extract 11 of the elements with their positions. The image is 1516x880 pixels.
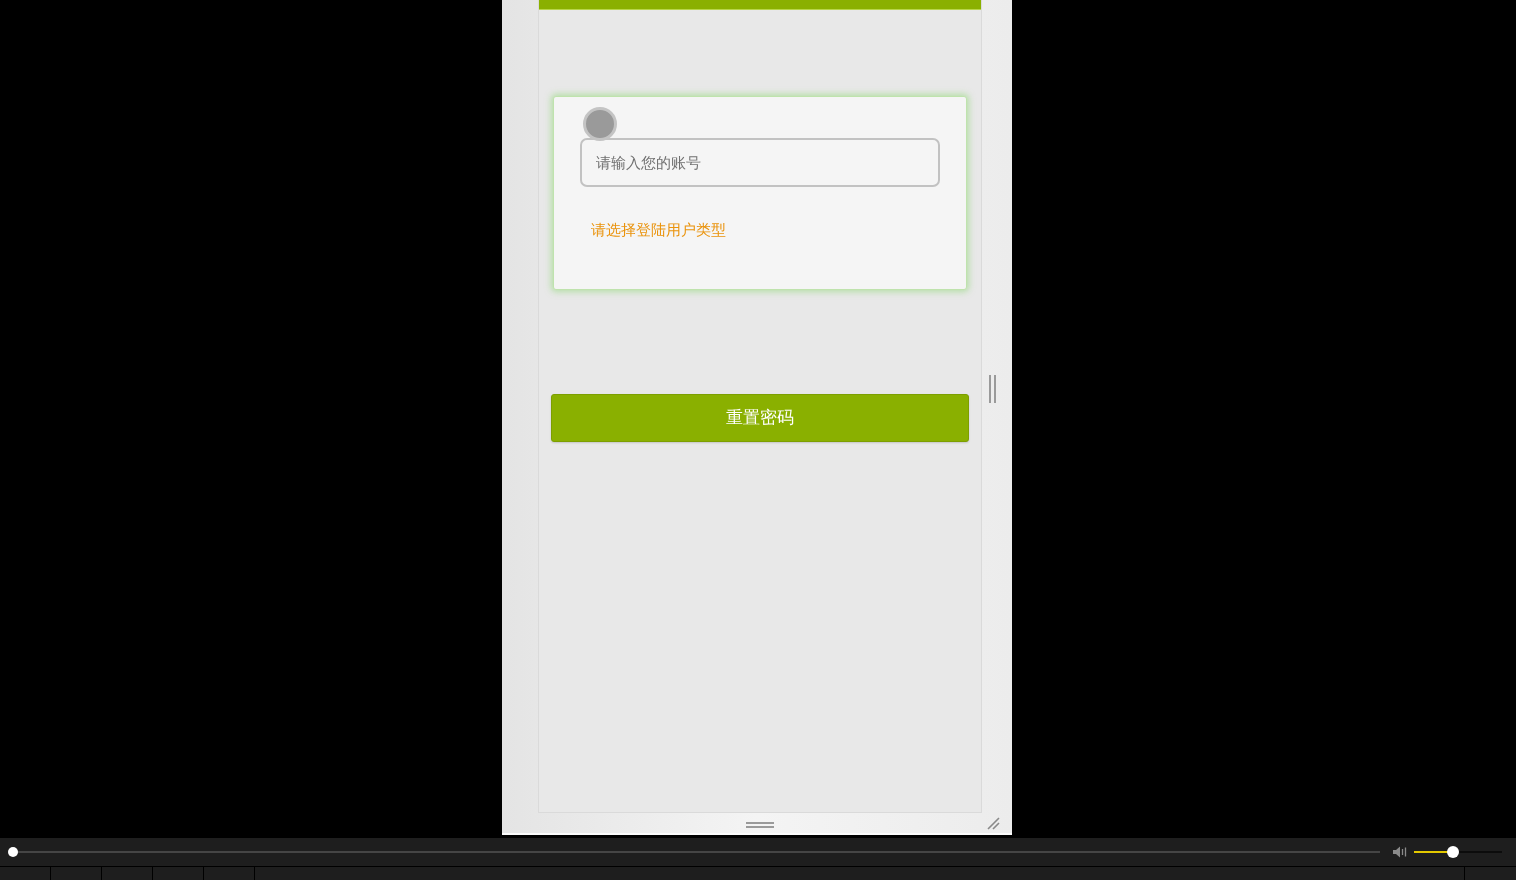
volume-icon[interactable] — [1393, 846, 1407, 858]
volume-thumb[interactable] — [1446, 846, 1459, 858]
reset-password-button[interactable]: 重置密码 — [551, 394, 969, 442]
volume-slider[interactable] — [1414, 846, 1502, 858]
user-type-selector[interactable]: 请选择登陆用户类型 — [591, 220, 726, 240]
drag-handle[interactable] — [746, 822, 774, 828]
side-drag-handle[interactable] — [989, 375, 996, 403]
resize-grip-icon[interactable] — [987, 817, 1000, 830]
seek-thumb[interactable] — [8, 847, 18, 857]
account-input[interactable]: 请输入您的账号 — [580, 138, 940, 187]
touch-cursor-icon — [583, 107, 617, 141]
